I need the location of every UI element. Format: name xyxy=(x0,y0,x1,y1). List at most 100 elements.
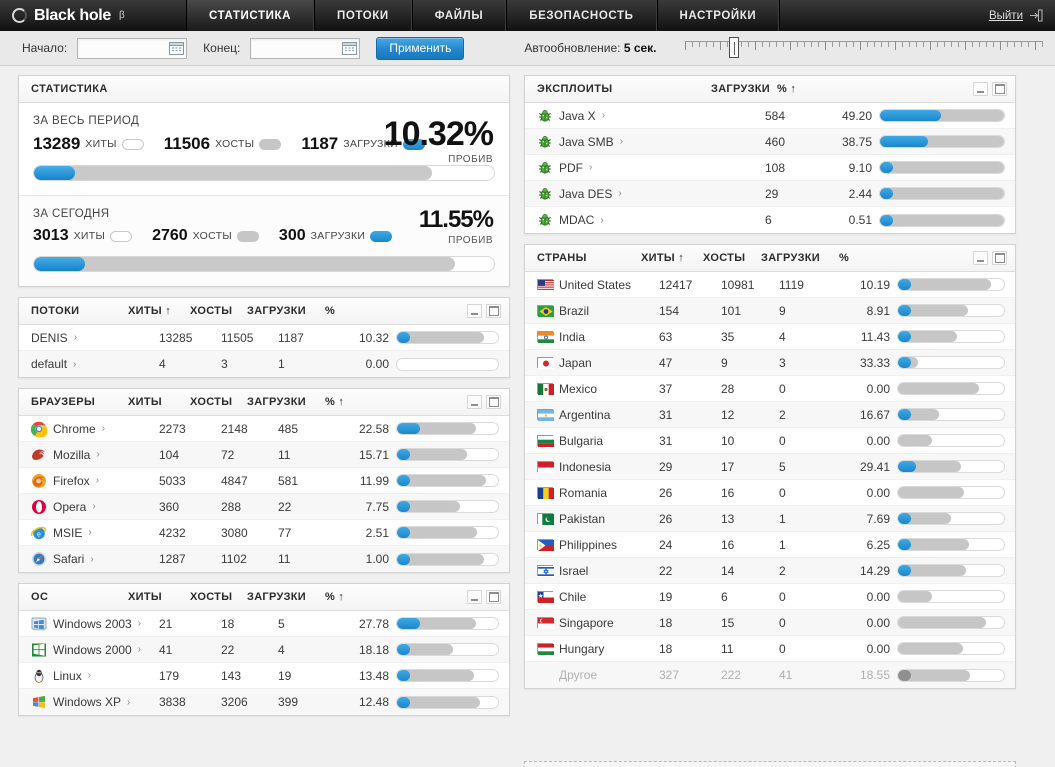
os-col-hosts[interactable]: ХОСТЫ xyxy=(190,591,247,603)
table-row[interactable]: Windows 2003 › 21 18 5 27.78 xyxy=(19,611,509,637)
table-row[interactable]: Windows 2000 › 41 22 4 18.18 xyxy=(19,637,509,663)
table-row[interactable]: Singapore 18 15 0 0.00 xyxy=(525,610,1015,636)
table-row[interactable]: Firefox › 5033 4847 581 11.99 xyxy=(19,468,509,494)
chevron-right-icon[interactable]: › xyxy=(620,136,623,147)
browsers-col-hits[interactable]: ХИТЫ xyxy=(128,396,190,408)
chevron-right-icon[interactable]: › xyxy=(138,644,141,655)
table-row[interactable]: Indonesia 29 17 5 29.41 xyxy=(525,454,1015,480)
maximize-icon[interactable] xyxy=(486,304,501,318)
table-row[interactable]: e MSIE › 4232 3080 77 2.51 xyxy=(19,520,509,546)
tab-settings[interactable]: НАСТРОЙКИ xyxy=(656,0,780,31)
os-col-pct[interactable]: % ↑ xyxy=(325,591,461,603)
logout-button[interactable]: Выйти xyxy=(989,0,1055,31)
bug-icon xyxy=(537,160,553,176)
table-row[interactable]: Mozilla › 104 72 11 15.71 xyxy=(19,442,509,468)
tab-security[interactable]: БЕЗОПАСНОСТЬ xyxy=(506,0,657,31)
table-row[interactable]: Chile 19 6 0 0.00 xyxy=(525,584,1015,610)
row-hits: 1287 xyxy=(159,552,186,566)
maximize-icon[interactable] xyxy=(486,590,501,604)
chevron-right-icon[interactable]: › xyxy=(74,332,77,343)
minimize-icon[interactable] xyxy=(973,82,988,96)
chevron-right-icon[interactable]: › xyxy=(102,423,105,434)
table-row[interactable]: India 63 35 4 11.43 xyxy=(525,324,1015,350)
chevron-right-icon[interactable]: › xyxy=(127,697,130,708)
chevron-right-icon[interactable]: › xyxy=(96,449,99,460)
maximize-icon[interactable] xyxy=(992,82,1007,96)
minimize-icon[interactable] xyxy=(973,251,988,265)
row-label: Chile xyxy=(559,589,587,604)
os-col-hits[interactable]: ХИТЫ xyxy=(128,591,190,603)
table-row[interactable]: Chrome › 2273 2148 485 22.58 xyxy=(19,416,509,442)
exploits-col-pct[interactable]: % ↑ xyxy=(777,83,967,95)
table-row[interactable]: MDAC › 6 0.51 xyxy=(525,207,1015,233)
app-logo[interactable]: Black hole β xyxy=(0,0,186,31)
table-row[interactable]: Brazil 154 101 9 8.91 xyxy=(525,298,1015,324)
os-col-loads[interactable]: ЗАГРУЗКИ xyxy=(247,591,325,603)
maximize-icon[interactable] xyxy=(486,395,501,409)
chevron-right-icon[interactable]: › xyxy=(138,618,141,629)
maximize-icon[interactable] xyxy=(992,251,1007,265)
browsers-col-loads[interactable]: ЗАГРУЗКИ xyxy=(247,396,325,408)
threads-col-loads[interactable]: ЗАГРУЗКИ xyxy=(247,305,325,317)
chevron-right-icon[interactable]: › xyxy=(92,501,95,512)
chevron-right-icon[interactable]: › xyxy=(618,188,621,199)
chevron-right-icon[interactable]: › xyxy=(88,670,91,681)
table-row[interactable]: United States 12417 10981 1119 10.19 xyxy=(525,272,1015,298)
table-row[interactable]: Другое 327 222 41 18.55 xyxy=(525,662,1015,688)
table-row[interactable]: Philippines 24 16 1 6.25 xyxy=(525,532,1015,558)
countries-col-hosts[interactable]: ХОСТЫ xyxy=(703,252,761,264)
tab-statistics[interactable]: СТАТИСТИКА xyxy=(186,0,314,37)
chevron-right-icon[interactable]: › xyxy=(589,162,592,173)
calendar-icon[interactable] xyxy=(169,41,185,56)
table-row[interactable]: Opera › 360 288 22 7.75 xyxy=(19,494,509,520)
chevron-right-icon[interactable]: › xyxy=(73,359,76,370)
table-row[interactable]: default › 4 3 1 0.00 xyxy=(19,351,509,377)
table-row[interactable]: Linux › 179 143 19 13.48 xyxy=(19,663,509,689)
exploits-col-loads[interactable]: ЗАГРУЗКИ xyxy=(711,83,777,95)
table-row[interactable]: Safari › 1287 1102 11 1.00 xyxy=(19,546,509,572)
table-row[interactable]: Pakistan 26 13 1 7.69 xyxy=(525,506,1015,532)
tab-files[interactable]: ФАЙЛЫ xyxy=(411,0,507,31)
summary-block: ЗА ВЕСЬ ПЕРИОД 13289 ХИТЫ 11506 ХОСТЫ 11… xyxy=(19,103,509,195)
countries-col-hits[interactable]: ХИТЫ ↑ xyxy=(641,252,703,264)
table-row[interactable]: Mexico 37 28 0 0.00 xyxy=(525,376,1015,402)
chevron-right-icon[interactable]: › xyxy=(600,215,603,226)
table-row[interactable]: Japan 47 9 3 33.33 xyxy=(525,350,1015,376)
apply-button[interactable]: Применить xyxy=(376,36,465,60)
row-hits: 21 xyxy=(159,616,173,631)
autoupdate-slider[interactable] xyxy=(684,37,1043,59)
chevron-right-icon[interactable]: › xyxy=(96,475,99,486)
chevron-right-icon[interactable]: › xyxy=(88,527,91,538)
table-row[interactable]: PDF › 108 9.10 xyxy=(525,155,1015,181)
browsers-col-pct[interactable]: % ↑ xyxy=(325,396,461,408)
chevron-right-icon[interactable]: › xyxy=(90,554,93,565)
table-row[interactable]: Israel 22 14 2 14.29 xyxy=(525,558,1015,584)
minimize-icon[interactable] xyxy=(467,395,482,409)
progress-bar xyxy=(879,187,1005,200)
slider-thumb[interactable] xyxy=(728,37,739,58)
table-row[interactable]: Argentina 31 12 2 16.67 xyxy=(525,402,1015,428)
progress-bar-loads xyxy=(898,565,911,576)
table-row[interactable]: Java X › 584 49.20 xyxy=(525,103,1015,129)
table-row[interactable]: DENIS › 13285 11505 1187 10.32 xyxy=(19,325,509,351)
summary-loads-value: 1187 xyxy=(301,134,339,153)
tab-threads[interactable]: ПОТОКИ xyxy=(313,0,412,31)
table-row[interactable]: Windows XP › 3838 3206 399 12.48 xyxy=(19,689,509,715)
threads-col-hits[interactable]: ХИТЫ ↑ xyxy=(128,305,190,317)
progress-bar-loads xyxy=(898,357,911,368)
minimize-icon[interactable] xyxy=(467,304,482,318)
table-row[interactable]: Hungary 18 11 0 0.00 xyxy=(525,636,1015,662)
table-row[interactable]: Bulgaria 31 10 0 0.00 xyxy=(525,428,1015,454)
table-row[interactable]: Java SMB › 460 38.75 xyxy=(525,129,1015,155)
threads-col-hosts[interactable]: ХОСТЫ xyxy=(190,305,247,317)
countries-col-loads[interactable]: ЗАГРУЗКИ xyxy=(761,252,839,264)
row-percent: 49.20 xyxy=(841,108,872,123)
browsers-col-hosts[interactable]: ХОСТЫ xyxy=(190,396,247,408)
chevron-right-icon[interactable]: › xyxy=(602,110,605,121)
calendar-icon[interactable] xyxy=(342,41,358,56)
countries-col-pct[interactable]: % xyxy=(839,252,967,264)
table-row[interactable]: Java DES › 29 2.44 xyxy=(525,181,1015,207)
table-row[interactable]: Romania 26 16 0 0.00 xyxy=(525,480,1015,506)
minimize-icon[interactable] xyxy=(467,590,482,604)
threads-col-pct[interactable]: % xyxy=(325,305,461,317)
